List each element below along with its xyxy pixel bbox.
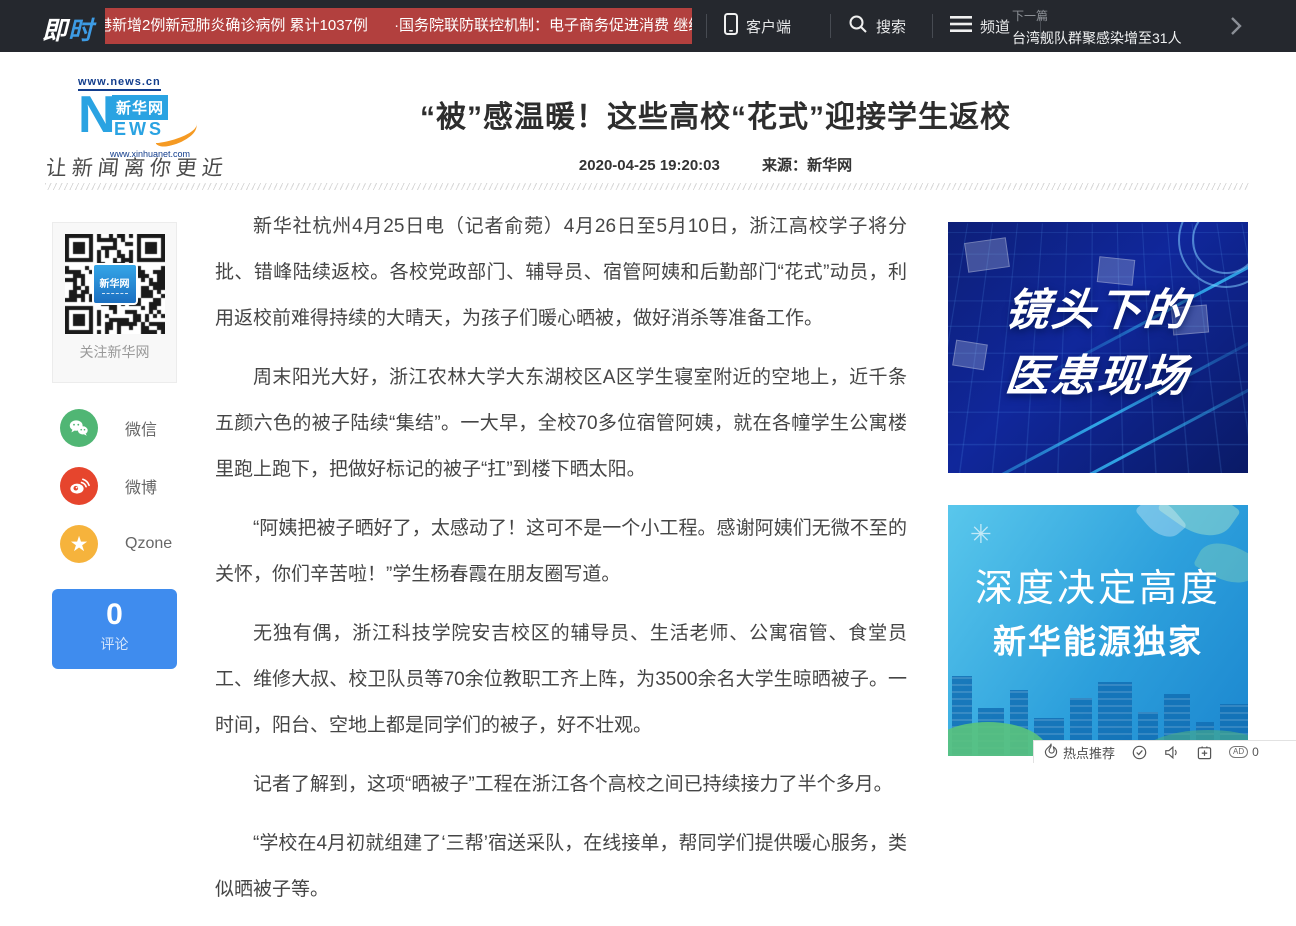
hatched-divider bbox=[45, 183, 1250, 190]
flame-icon bbox=[1044, 743, 1058, 761]
ticker-headline-2[interactable]: ·国务院联防联控机制：电子商务促进消费 继续 bbox=[394, 17, 692, 34]
client-app-button[interactable]: 客户端 bbox=[724, 0, 791, 52]
ad-bottom-line1: 深度决定高度 bbox=[948, 557, 1248, 612]
add-widget-icon[interactable] bbox=[1197, 745, 1212, 760]
share-wechat-button[interactable]: 微信 bbox=[60, 409, 157, 447]
topbar-divider bbox=[706, 14, 707, 38]
qr-caption: 关注新华网 bbox=[53, 342, 176, 362]
hot-recommend-label: 热点推荐 bbox=[1063, 743, 1115, 762]
publish-time: 2020-04-25 19:20:03 bbox=[579, 157, 720, 174]
share-qzone-button[interactable]: ★ Qzone bbox=[60, 525, 172, 563]
ad-bottom-line2: 新华能源独家 bbox=[948, 615, 1248, 663]
logo-artwork: N 新华网 EWS bbox=[78, 93, 208, 145]
channels-button[interactable]: 频道 bbox=[950, 0, 1010, 52]
top-navigation-bar: 即时 港新增2例新冠肺炎确诊病例 累计1037例 ·国务院联防联控机制：电子商务… bbox=[0, 0, 1296, 52]
jishi-logo-part1: 即 bbox=[42, 17, 68, 45]
logo-chinese-name: 新华网 bbox=[112, 95, 168, 120]
comment-label: 评论 bbox=[52, 634, 177, 654]
article-paragraph: 周末阳光大好，浙江农林大学大东湖校区A区学生寝室附近的空地上，近千条五颜六色的被… bbox=[215, 355, 907, 493]
share-wechat-label: 微信 bbox=[125, 416, 157, 440]
sun-icon: ✳ bbox=[970, 519, 992, 550]
qr-code-panel: 新华网 关注新华网 bbox=[52, 222, 177, 383]
share-weibo-label: 微博 bbox=[125, 474, 157, 498]
article-paragraph: “阿姨把被子晒好了，太感动了！这可不是一个小工程。感谢阿姨们无微不至的关怀，你们… bbox=[215, 506, 907, 598]
next-article-title: 台湾舰队群聚感染增至31人 bbox=[1012, 28, 1212, 48]
phone-icon bbox=[724, 13, 738, 39]
article-meta: 2020-04-25 19:20:03 来源：新华网 bbox=[195, 154, 1236, 175]
ad-top-line1: 镜头下的 bbox=[948, 274, 1248, 338]
hamburger-menu-icon bbox=[950, 15, 972, 37]
comment-count-button[interactable]: 0 评论 bbox=[52, 589, 177, 669]
comment-count: 0 bbox=[52, 598, 177, 632]
share-qzone-label: Qzone bbox=[125, 535, 172, 553]
qr-center-badge: 新华网 bbox=[92, 263, 138, 305]
weibo-icon bbox=[60, 467, 98, 505]
article-paragraph: 无独有偶，浙江科技学院安吉校区的辅导员、生活老师、公寓宿管、食堂员工、维修大叔、… bbox=[215, 611, 907, 749]
browser-bottom-toolbar: 热点推荐 AD 0 bbox=[1033, 740, 1296, 763]
topbar-divider bbox=[932, 14, 933, 38]
article-body: 新华社杭州4月25日电（记者俞菀）4月26日至5月10日，浙江高校学子将分批、错… bbox=[215, 204, 907, 926]
ad-banner-bottom[interactable]: ✳ 深度决定高度 新华能源独家 bbox=[948, 505, 1248, 756]
logo-letter-n: N bbox=[78, 89, 116, 141]
ad-banner-top[interactable]: 镜头下的 医患现场 bbox=[948, 222, 1248, 473]
article-paragraph: “学校在4月初就组建了‘三帮’宿送采队，在线接单，帮同学们提供暖心服务，类似晒被… bbox=[215, 821, 907, 913]
jishi-logo[interactable]: 即时 bbox=[42, 11, 94, 47]
ad-top-line2: 医患现场 bbox=[948, 340, 1248, 404]
ad-badge-icon: AD bbox=[1229, 746, 1248, 758]
share-weibo-button[interactable]: 微博 bbox=[60, 467, 157, 505]
safety-check-icon[interactable] bbox=[1132, 745, 1147, 760]
ticker-headline-1[interactable]: 港新增2例新冠肺炎确诊病例 累计1037例 bbox=[105, 17, 368, 34]
article-paragraph: 记者了解到，这项“晒被子”工程在浙江各个高校之间已持续接力了半个多月。 bbox=[215, 762, 907, 808]
page-title: “被”感温暖！这些高校“花式”迎接学生返校 bbox=[195, 92, 1236, 136]
article-paragraph: 新华社杭州4月25日电（记者俞菀）4月26日至5月10日，浙江高校学子将分批、错… bbox=[215, 204, 907, 342]
article-header: “被”感温暖！这些高校“花式”迎接学生返校 2020-04-25 19:20:0… bbox=[195, 92, 1236, 175]
search-icon bbox=[848, 14, 868, 38]
source-name[interactable]: 新华网 bbox=[807, 157, 852, 174]
wechat-icon bbox=[60, 409, 98, 447]
next-article-chevron-icon[interactable] bbox=[1230, 16, 1242, 41]
search-label: 搜索 bbox=[876, 16, 906, 37]
xinhuanet-logo[interactable]: www.news.cn N 新华网 EWS www.xinhuanet.com bbox=[78, 72, 208, 159]
channels-label: 频道 bbox=[980, 16, 1010, 37]
qr-badge-line bbox=[102, 293, 128, 294]
speaker-icon[interactable] bbox=[1164, 745, 1180, 760]
jishi-logo-part2: 时 bbox=[68, 17, 94, 45]
next-article-label: 下一篇 bbox=[1012, 7, 1212, 24]
source: 来源：新华网 bbox=[762, 157, 852, 174]
ad-filter-counter[interactable]: AD 0 bbox=[1229, 745, 1259, 759]
hot-recommend-button[interactable]: 热点推荐 bbox=[1044, 743, 1115, 762]
client-app-label: 客户端 bbox=[746, 16, 791, 37]
breaking-news-ticker: 港新增2例新冠肺炎确诊病例 累计1037例 ·国务院联防联控机制：电子商务促进消… bbox=[105, 8, 692, 44]
source-label: 来源： bbox=[762, 157, 807, 174]
ad-filter-count: 0 bbox=[1252, 745, 1259, 759]
qzone-star-icon: ★ bbox=[60, 525, 98, 563]
right-ad-column: 镜头下的 医患现场 ✳ 深度决定高度 新华能源独家 bbox=[948, 222, 1248, 756]
next-article-preview[interactable]: 下一篇 台湾舰队群聚感染增至31人 bbox=[1012, 7, 1212, 48]
search-button[interactable]: 搜索 bbox=[848, 0, 906, 52]
ad-photo-tile bbox=[964, 237, 1010, 273]
qr-badge-text: 新华网 bbox=[100, 275, 130, 290]
topbar-divider bbox=[830, 14, 831, 38]
